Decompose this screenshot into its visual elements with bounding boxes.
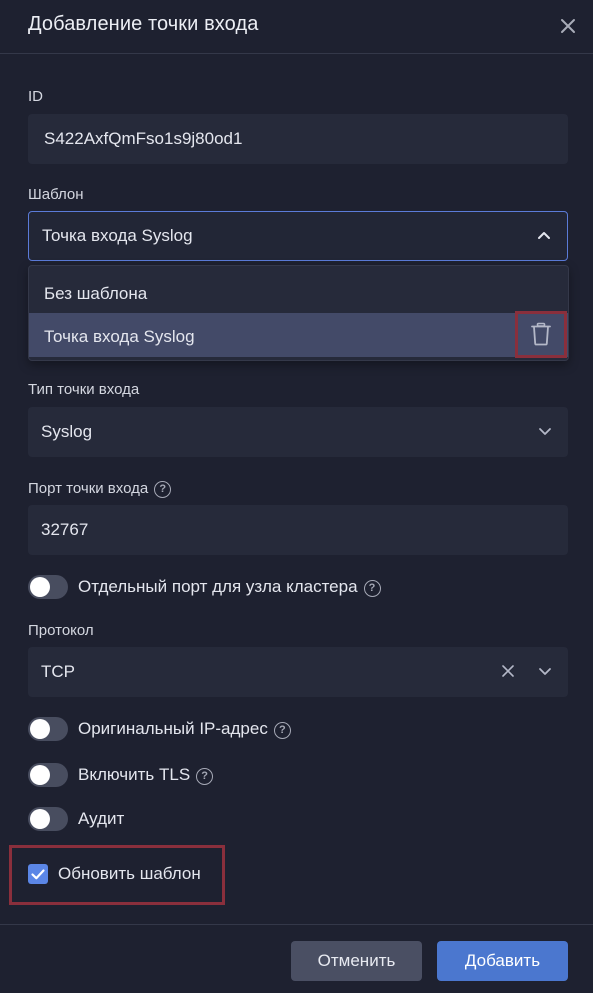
dialog-header: Добавление точки входа: [0, 0, 593, 54]
template-select[interactable]: Точка входа Syslog: [28, 211, 568, 261]
cancel-button[interactable]: Отменить: [291, 941, 422, 981]
template-option-label: Без шаблона: [44, 284, 148, 303]
id-label: ID: [28, 88, 43, 105]
template-option-label: Точка входа Syslog: [44, 327, 195, 346]
help-icon[interactable]: ?: [196, 768, 214, 785]
template-label: Шаблон: [28, 186, 84, 203]
toggle-knob: [30, 719, 50, 739]
chevron-up-icon[interactable]: [537, 228, 551, 242]
help-icon[interactable]: ?: [273, 722, 291, 739]
add-button[interactable]: Добавить: [437, 941, 568, 981]
template-selected-value: Точка входа Syslog: [42, 226, 193, 245]
entry-type-select[interactable]: Syslog: [28, 407, 568, 457]
template-option-syslog[interactable]: Точка входа Syslog: [29, 313, 568, 357]
separate-port-label: Отдельный порт для узла кластера?: [78, 577, 381, 597]
original-ip-label: Оригинальный IP-адрес?: [78, 719, 291, 739]
update-template-label: Обновить шаблон: [58, 864, 201, 883]
separate-port-label-text: Отдельный порт для узла кластера: [78, 577, 358, 596]
protocol-value: TCP: [41, 662, 75, 681]
protocol-label: Протокол: [28, 622, 94, 639]
id-value: S422AxfQmFso1s9j80od1: [44, 129, 243, 148]
toggle-knob: [30, 577, 50, 597]
port-label: Порт точки входа?: [28, 480, 172, 498]
audit-toggle[interactable]: [28, 807, 68, 831]
original-ip-toggle[interactable]: [28, 717, 68, 741]
clear-icon[interactable]: [500, 663, 516, 679]
port-value: 32767: [41, 520, 89, 539]
toggle-knob: [30, 809, 50, 829]
chevron-down-icon[interactable]: [538, 664, 552, 678]
audit-label: Аудит: [78, 809, 125, 828]
port-input[interactable]: 32767: [28, 505, 568, 555]
entry-type-value: Syslog: [41, 422, 93, 441]
trash-icon[interactable]: [530, 322, 552, 346]
help-icon[interactable]: ?: [363, 580, 381, 597]
protocol-select[interactable]: TCP: [28, 647, 568, 697]
id-field[interactable]: S422AxfQmFso1s9j80od1: [28, 114, 568, 164]
separate-port-toggle[interactable]: [28, 575, 68, 599]
toggle-knob: [30, 765, 50, 785]
template-dropdown: Без шаблона Точка входа Syslog: [28, 265, 569, 361]
dialog-footer: Отменить Добавить: [0, 924, 593, 993]
enable-tls-toggle[interactable]: [28, 763, 68, 787]
close-icon[interactable]: [556, 14, 580, 38]
help-icon[interactable]: ?: [154, 481, 172, 498]
dialog-title: Добавление точки входа: [28, 13, 259, 35]
enable-tls-label-text: Включить TLS: [78, 765, 191, 784]
entry-type-label: Тип точки входа: [28, 381, 140, 398]
original-ip-label-text: Оригинальный IP-адрес: [78, 719, 268, 738]
checkmark-icon: [31, 869, 45, 880]
enable-tls-label: Включить TLS?: [78, 765, 214, 785]
port-label-text: Порт точки входа: [28, 480, 149, 497]
update-template-checkbox[interactable]: [28, 864, 48, 884]
chevron-down-icon[interactable]: [538, 424, 552, 438]
template-option-none[interactable]: Без шаблона: [29, 270, 568, 314]
